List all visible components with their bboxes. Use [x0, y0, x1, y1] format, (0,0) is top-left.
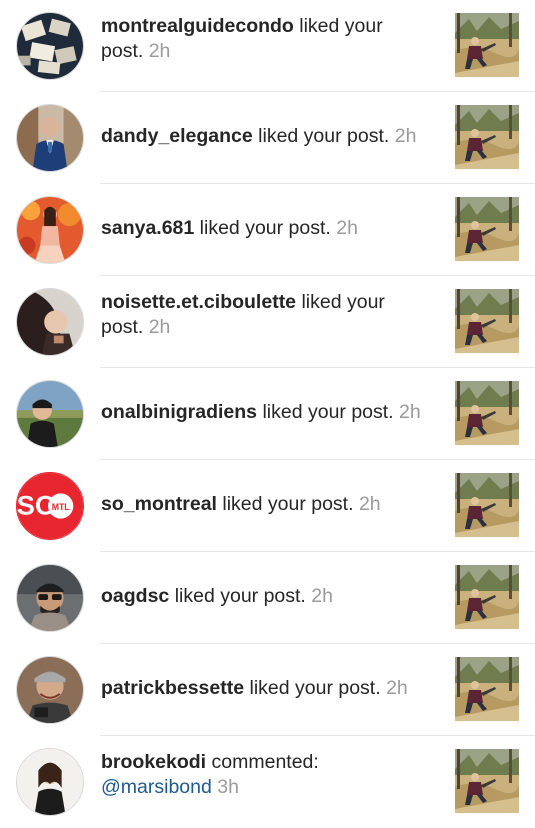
- notification-action: liked your post.: [169, 585, 306, 607]
- post-thumbnail-image: [455, 473, 519, 537]
- notification-action: liked your post.: [194, 217, 331, 239]
- notification-text: sanya.681 liked your post. 2h: [101, 216, 441, 241]
- notification-action: liked your post.: [257, 401, 394, 423]
- notification-action: liked your post.: [252, 125, 390, 147]
- post-thumbnail[interactable]: [455, 749, 519, 813]
- post-thumbnail-image: [455, 105, 519, 169]
- username-link[interactable]: oagdsc: [101, 585, 169, 607]
- notification-text: dandy_elegance liked your post. 2h: [101, 124, 441, 149]
- timestamp: 3h: [211, 776, 239, 798]
- timestamp: 2h: [380, 677, 408, 699]
- activity-feed: montrealguidecondo liked your post. 2h d…: [0, 0, 535, 816]
- notification-text: montrealguidecondo liked your post. 2h: [101, 14, 441, 64]
- notification-text: oagdsc liked your post. 2h: [101, 584, 441, 609]
- username-link[interactable]: sanya.681: [101, 217, 194, 239]
- avatar[interactable]: [16, 380, 84, 448]
- notification-text: noisette.et.ciboulette liked your post. 2…: [101, 290, 441, 340]
- notification-row[interactable]: sanya.681 liked your post. 2h: [0, 184, 535, 276]
- notification-text: so_montreal liked your post. 2h: [101, 492, 441, 517]
- notification-text: patrickbessette liked your post. 2h: [101, 676, 441, 701]
- avatar[interactable]: [16, 12, 84, 80]
- post-thumbnail-image: [455, 749, 519, 813]
- username-link[interactable]: dandy_elegance: [101, 125, 253, 147]
- username-link[interactable]: montrealguidecondo: [101, 15, 294, 37]
- avatar[interactable]: SO MTL: [16, 472, 84, 540]
- notification-action: liked your: [293, 15, 383, 37]
- notification-action: commented:: [206, 751, 319, 773]
- timestamp: 2h: [143, 316, 171, 338]
- timestamp: 2h: [143, 40, 171, 62]
- post-thumbnail[interactable]: [455, 473, 519, 537]
- notification-row[interactable]: montrealguidecondo liked your post. 2h: [0, 0, 535, 92]
- timestamp: 2h: [393, 401, 421, 423]
- timestamp: 2h: [305, 585, 333, 607]
- notification-row[interactable]: noisette.et.ciboulette liked your post. 2…: [0, 276, 535, 368]
- mtl-badge-text: MTL: [52, 502, 71, 512]
- post-thumbnail-image: [455, 289, 519, 353]
- notification-text: onalbinigradiens liked your post. 2h: [101, 400, 441, 425]
- username-link[interactable]: so_montreal: [101, 493, 217, 515]
- notification-row[interactable]: SO MTL so_montreal liked your post. 2h: [0, 460, 535, 552]
- post-thumbnail[interactable]: [455, 289, 519, 353]
- post-thumbnail[interactable]: [455, 565, 519, 629]
- notification-action-cont: post.: [101, 40, 144, 62]
- username-link[interactable]: patrickbessette: [101, 677, 244, 699]
- post-thumbnail[interactable]: [455, 13, 519, 77]
- post-thumbnail-image: [455, 381, 519, 445]
- avatar[interactable]: [16, 288, 84, 356]
- notification-action: liked your post.: [216, 493, 354, 515]
- post-thumbnail[interactable]: [455, 381, 519, 445]
- timestamp: 2h: [353, 493, 381, 515]
- notification-action: liked your post.: [244, 677, 381, 699]
- avatar[interactable]: [16, 656, 84, 724]
- post-thumbnail-image: [455, 13, 519, 77]
- mention-link[interactable]: @marsibond: [101, 776, 212, 798]
- notification-action: liked your: [296, 291, 385, 313]
- notification-text: brookekodi commented: @marsibond 3h: [101, 750, 441, 800]
- timestamp: 2h: [389, 125, 417, 147]
- timestamp: 2h: [330, 217, 358, 239]
- post-thumbnail[interactable]: [455, 197, 519, 261]
- username-link[interactable]: brookekodi: [101, 751, 206, 773]
- notification-row[interactable]: patrickbessette liked your post. 2h: [0, 644, 535, 736]
- notification-action-cont: post.: [101, 316, 144, 338]
- notification-row[interactable]: onalbinigradiens liked your post. 2h: [0, 368, 535, 460]
- post-thumbnail-image: [455, 657, 519, 721]
- notification-row[interactable]: oagdsc liked your post. 2h: [0, 552, 535, 644]
- avatar[interactable]: [16, 748, 84, 816]
- notification-row[interactable]: dandy_elegance liked your post. 2h: [0, 92, 535, 184]
- post-thumbnail[interactable]: [455, 657, 519, 721]
- post-thumbnail-image: [455, 565, 519, 629]
- username-link[interactable]: onalbinigradiens: [101, 401, 257, 423]
- post-thumbnail[interactable]: [455, 105, 519, 169]
- notification-row[interactable]: brookekodi commented: @marsibond 3h: [0, 736, 535, 828]
- username-link[interactable]: noisette.et.ciboulette: [101, 291, 296, 313]
- avatar[interactable]: [16, 564, 84, 632]
- avatar[interactable]: [16, 196, 84, 264]
- avatar[interactable]: [16, 104, 84, 172]
- post-thumbnail-image: [455, 197, 519, 261]
